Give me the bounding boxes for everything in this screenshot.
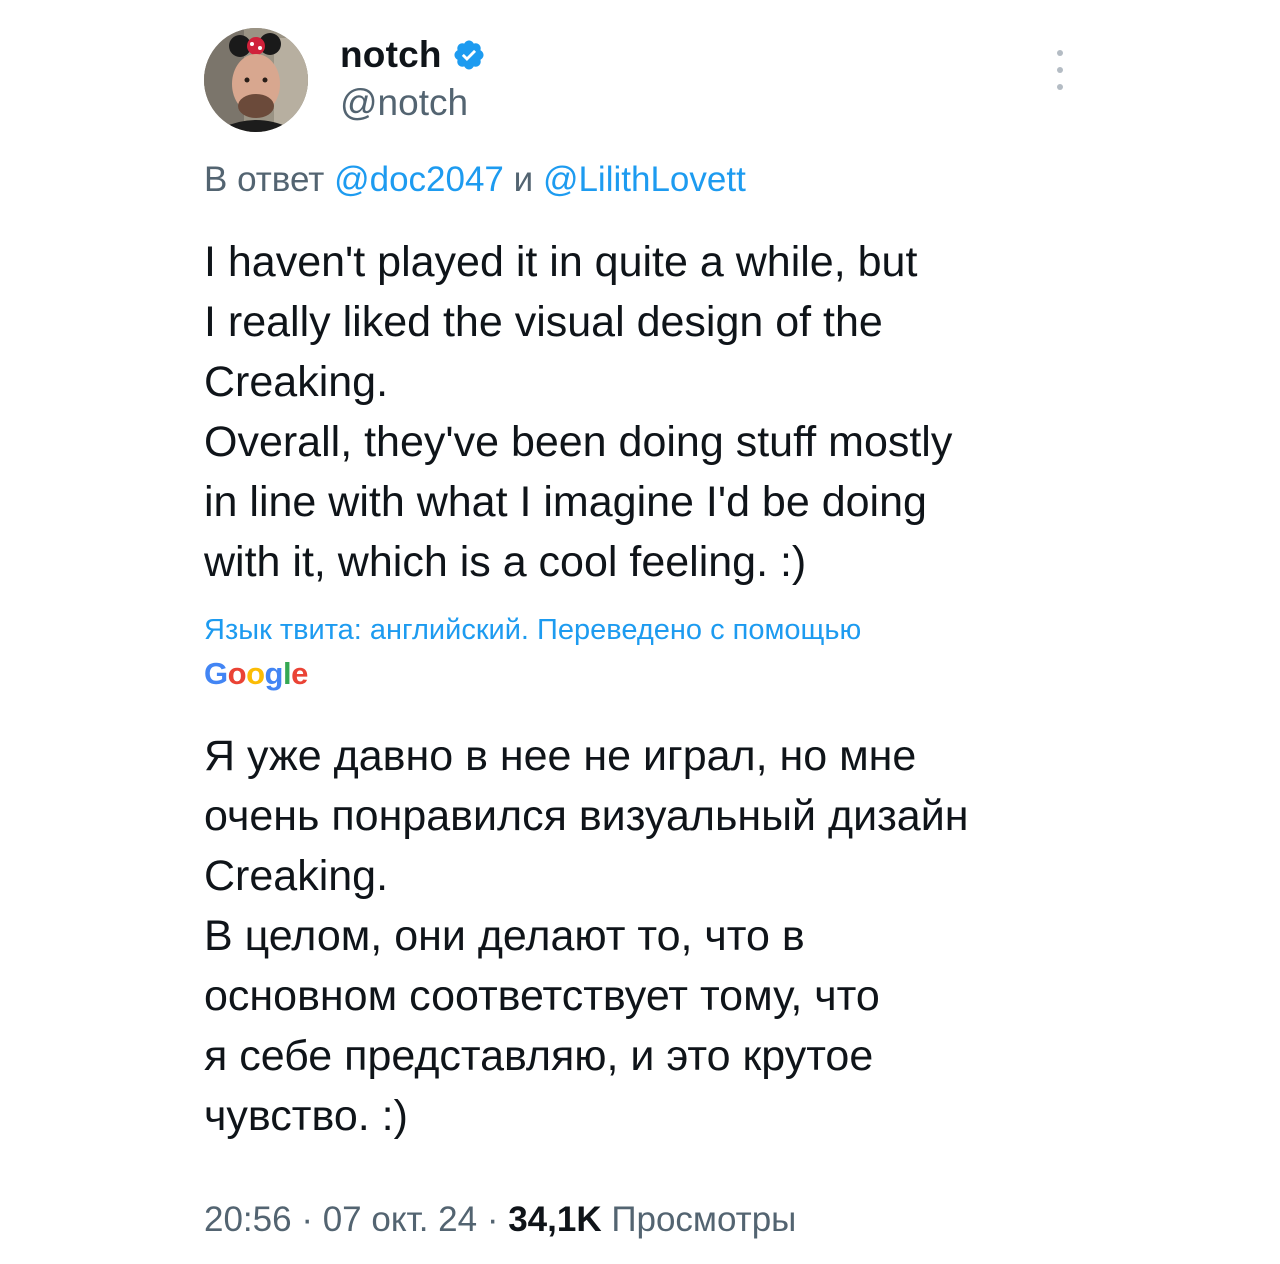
more-dot [1057,84,1063,90]
tweet-time[interactable]: 20:56 [204,1200,292,1239]
mention-lilithlovett[interactable]: @LilithLovett [543,160,746,199]
avatar[interactable] [204,28,308,132]
avatar-image [204,28,308,132]
reply-context: В ответ @doc2047 и @LilithLovett [204,160,746,200]
author-names: notch @notch [340,32,486,124]
display-name-row: notch [340,32,486,78]
translated-text: Я уже давно в нее не играл, но мне очень… [204,732,969,1140]
display-name[interactable]: notch [340,34,442,76]
reply-conjunction: и [513,160,534,199]
author-handle[interactable]: @notch [340,82,486,124]
translation-note[interactable]: Язык твита: английский. Переведено с пом… [204,614,861,647]
views-label: Просмотры [601,1200,797,1239]
google-logo: Google [204,656,308,691]
more-dot [1057,50,1063,56]
mention-doc2047[interactable]: @doc2047 [334,160,504,199]
meta-separator: · [301,1200,313,1239]
more-vertical-icon[interactable] [1050,50,1070,90]
more-dot [1057,67,1063,73]
tweet-meta: 20:56 · 07 окт. 24 · 34,1K Просмотры [204,1200,796,1240]
tweet-card: notch @notch В ответ @doc2047 и @LilithL… [0,0,1280,1264]
verified-badge-icon[interactable] [452,38,486,72]
views-count[interactable]: 34,1K [508,1200,601,1239]
meta-separator: · [486,1200,499,1239]
tweet-header: notch @notch [204,28,1074,132]
tweet-date[interactable]: 07 окт. 24 [323,1200,477,1239]
reply-prefix: В ответ [204,160,325,199]
tweet-text: I haven't played it in quite a while, bu… [204,238,953,586]
